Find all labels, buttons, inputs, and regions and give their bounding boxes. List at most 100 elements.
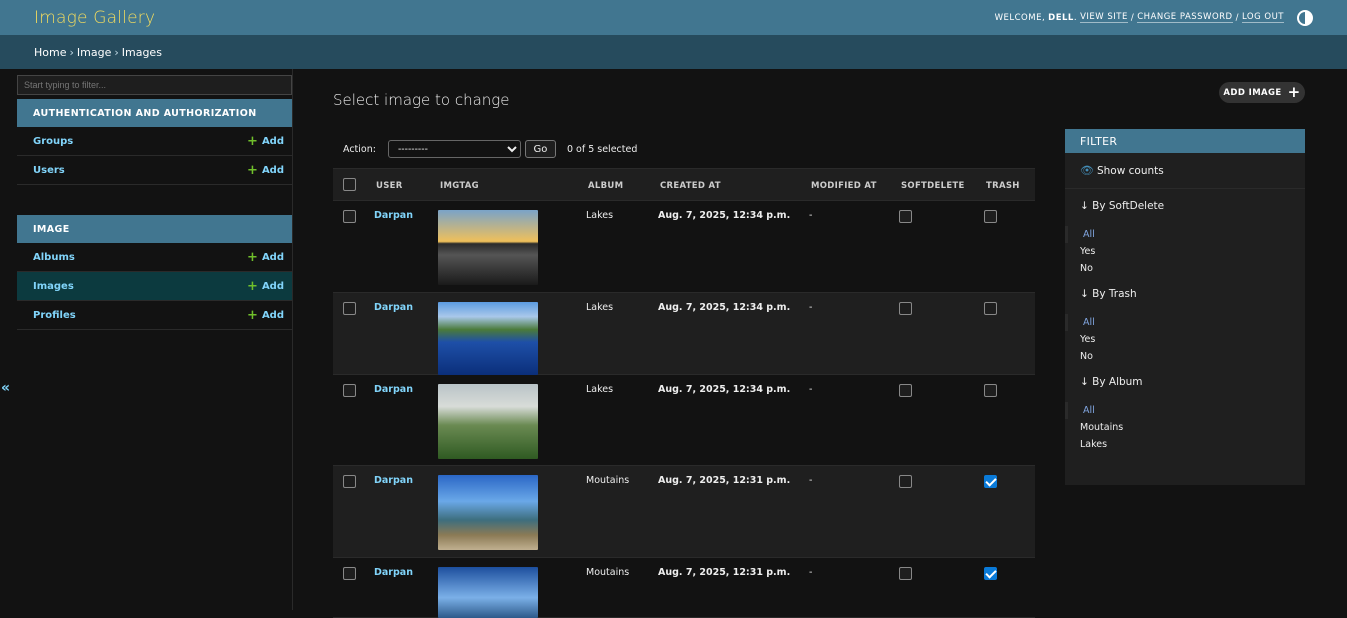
table-row: Darpan Lakes Aug. 7, 2025, 12:34 p.m. - (333, 375, 1035, 466)
filter-option[interactable]: Lakes (1080, 436, 1305, 453)
welcome-text: WELCOME, (994, 12, 1046, 23)
filter-section-title: ↓ By Trash (1080, 288, 1137, 300)
row-select-checkbox[interactable] (343, 567, 356, 580)
breadcrumb-home[interactable]: Home (34, 46, 66, 59)
image-thumbnail (438, 384, 538, 459)
image-thumbnail (438, 567, 538, 618)
trash-checkbox (984, 567, 997, 580)
softdelete-checkbox (899, 384, 912, 397)
go-button[interactable]: Go (524, 140, 556, 158)
breadcrumb-images: Images (121, 45, 162, 59)
select-all-checkbox[interactable] (343, 178, 356, 191)
model-link-users[interactable]: Users (33, 165, 65, 176)
sidebar-item-users: Users + Add (17, 156, 292, 185)
row-modified-at: - (809, 475, 813, 486)
site-brand[interactable]: Image Gallery (34, 8, 155, 28)
add-albums-button[interactable]: + Add (247, 250, 284, 265)
plus-icon: + (1287, 83, 1301, 101)
plus-icon: + (247, 307, 258, 323)
column-created-at[interactable]: CREATED AT (660, 181, 721, 191)
filter-option[interactable]: All (1065, 314, 1305, 331)
row-user-link[interactable]: Darpan (374, 567, 413, 578)
add-users-button[interactable]: + Add (247, 163, 284, 178)
model-link-albums[interactable]: Albums (33, 252, 75, 263)
add-images-button[interactable]: + Add (247, 279, 284, 294)
row-created-at: Aug. 7, 2025, 12:31 p.m. (658, 475, 791, 486)
plus-icon: + (247, 133, 258, 149)
change-password-link[interactable]: CHANGE PASSWORD (1137, 12, 1233, 23)
plus-icon: + (247, 162, 258, 178)
row-user-link[interactable]: Darpan (374, 384, 413, 395)
filter-option[interactable]: All (1065, 226, 1305, 243)
filter-option[interactable]: Yes (1080, 331, 1305, 348)
model-link-profiles[interactable]: Profiles (33, 310, 76, 321)
table-row: Darpan Moutains Aug. 7, 2025, 12:31 p.m. - (333, 466, 1035, 558)
app-header-auth[interactable]: AUTHENTICATION AND AUTHORIZATION (17, 99, 292, 127)
trash-checkbox (984, 210, 997, 223)
filter-section: ↓ By SoftDelete All Yes No (1065, 200, 1305, 277)
filter-option[interactable]: No (1080, 260, 1305, 277)
app-header-image[interactable]: IMAGE (17, 215, 292, 243)
plus-icon: + (247, 249, 258, 265)
log-out-link[interactable]: LOG OUT (1241, 12, 1284, 23)
results-table: USER IMGTAG ALBUM CREATED AT MODIFIED AT… (333, 168, 1035, 618)
row-created-at: Aug. 7, 2025, 12:34 p.m. (658, 384, 791, 395)
column-album[interactable]: ALBUM (588, 181, 623, 191)
model-link-groups[interactable]: Groups (33, 136, 73, 147)
row-album: Moutains (586, 567, 630, 578)
sidebar-item-images: Images + Add (17, 272, 292, 301)
row-user-link[interactable]: Darpan (374, 210, 413, 221)
user-tools: WELCOME, DELL. VIEW SITE / CHANGE PASSWO… (994, 9, 1313, 26)
row-select-checkbox[interactable] (343, 384, 356, 397)
row-select-checkbox[interactable] (343, 475, 356, 488)
filter-option[interactable]: Moutains (1080, 419, 1305, 436)
filter-title: FILTER (1065, 129, 1305, 153)
filter-section: ↓ By Trash All Yes No (1065, 288, 1305, 365)
page-title: Select image to change (333, 91, 510, 109)
filter-option[interactable]: All (1065, 402, 1305, 419)
row-user-link[interactable]: Darpan (374, 302, 413, 313)
column-modified-at[interactable]: MODIFIED AT (811, 181, 877, 191)
image-thumbnail (438, 210, 538, 285)
filter-option[interactable]: Yes (1080, 243, 1305, 260)
image-thumbnail (438, 302, 538, 375)
trash-checkbox (984, 302, 997, 315)
breadcrumb-image[interactable]: Image (77, 46, 111, 59)
view-site-link[interactable]: VIEW SITE (1080, 12, 1128, 23)
filter-section: ↓ By Album All Moutains Lakes (1065, 376, 1305, 453)
collapse-sidebar-icon[interactable]: « (1, 380, 10, 396)
theme-toggle-icon[interactable] (1297, 9, 1313, 26)
column-user[interactable]: USER (376, 181, 403, 191)
column-imgtag[interactable]: IMGTAG (440, 181, 479, 191)
add-groups-button[interactable]: + Add (247, 134, 284, 149)
row-created-at: Aug. 7, 2025, 12:31 p.m. (658, 567, 791, 578)
model-link-images[interactable]: Images (33, 281, 74, 292)
add-profiles-button[interactable]: + Add (247, 308, 284, 323)
row-select-checkbox[interactable] (343, 210, 356, 223)
row-select-checkbox[interactable] (343, 302, 356, 315)
sidebar-item-profiles: Profiles + Add (17, 301, 292, 330)
row-album: Lakes (586, 384, 614, 395)
row-album: Lakes (586, 302, 614, 313)
changelist-filter: FILTER 👁 Show counts ↓ By SoftDelete All Y… (1065, 129, 1305, 485)
row-created-at: Aug. 7, 2025, 12:34 p.m. (658, 302, 791, 313)
row-created-at: Aug. 7, 2025, 12:34 p.m. (658, 210, 791, 221)
show-counts-link[interactable]: 👁 Show counts (1065, 153, 1305, 189)
filter-option[interactable]: No (1080, 348, 1305, 365)
image-thumbnail (438, 475, 538, 550)
row-modified-at: - (809, 302, 813, 313)
table-row: Darpan Lakes Aug. 7, 2025, 12:34 p.m. - (333, 293, 1035, 375)
action-select[interactable]: --------- (387, 140, 521, 158)
filter-section-title: ↓ By Album (1080, 376, 1143, 388)
trash-checkbox (984, 384, 997, 397)
username: DELL (1048, 12, 1074, 23)
selection-counter: 0 of 5 selected (566, 143, 638, 155)
add-image-button[interactable]: ADD IMAGE + (1219, 82, 1305, 103)
row-user-link[interactable]: Darpan (374, 475, 413, 486)
nav-filter-input[interactable] (17, 75, 292, 95)
column-softdelete[interactable]: SOFTDELETE (901, 181, 965, 191)
action-bar: Action: --------- Go 0 of 5 selected (333, 130, 1035, 168)
column-trash[interactable]: TRASH (986, 181, 1020, 191)
row-album: Lakes (586, 210, 614, 221)
eye-icon: 👁 (1080, 164, 1094, 177)
